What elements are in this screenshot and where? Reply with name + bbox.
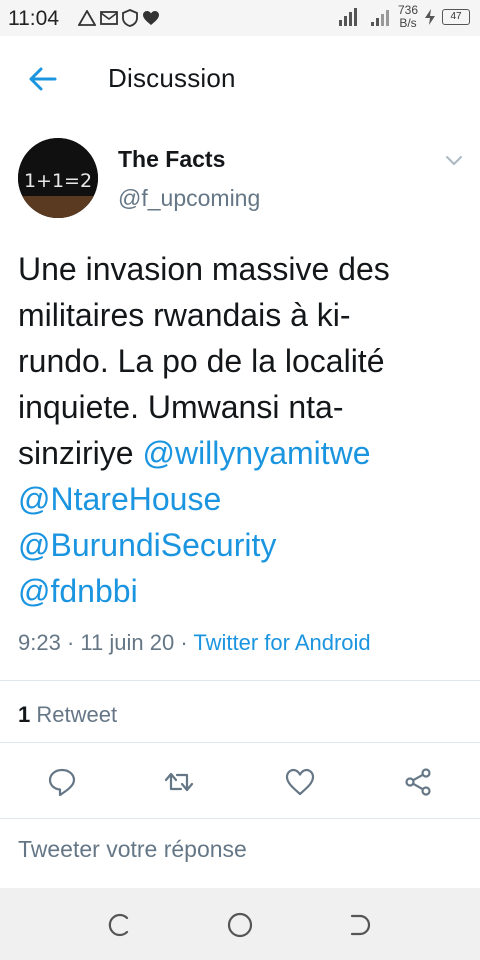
signal-icon — [338, 8, 357, 26]
chevron-down-icon[interactable] — [444, 150, 464, 170]
reply-input[interactable]: Tweeter votre réponse — [18, 836, 247, 863]
tweet-text: Une invasion massive des militaires rwan… — [18, 246, 466, 614]
recent-apps-icon[interactable] — [105, 910, 135, 940]
divider — [0, 742, 480, 743]
battery-level: 47 — [450, 11, 462, 22]
author-name[interactable]: The Facts — [118, 146, 225, 173]
network-speed-unit: B/s — [399, 16, 417, 30]
shield-icon — [122, 9, 138, 27]
tweet-meta: 9:23 · 11 juin 20 · Twitter for Android — [18, 630, 371, 656]
tweet-date: 11 juin 20 — [80, 630, 175, 655]
tweet-text-line: rundo. La po de la localité — [18, 343, 385, 379]
tweet-text-line: Une invasion massive des — [18, 251, 390, 287]
heart-icon — [143, 11, 159, 25]
tweet-text-line: @BurundiSecurity — [18, 522, 466, 568]
page-title: Discussion — [108, 63, 236, 93]
tweet-text-line: inquiete. Umwansi nta- — [18, 389, 344, 425]
divider — [0, 818, 480, 819]
network-speed: 736 B/s — [398, 4, 418, 30]
mention-link[interactable]: @fdnbbi — [18, 573, 138, 609]
tweet-text-line: sinziriye @willynyamitwe — [18, 430, 466, 476]
back-arrow-icon[interactable] — [28, 64, 58, 94]
reply-icon[interactable] — [46, 766, 78, 798]
tweet-text-line: @fdnbbi — [18, 568, 466, 614]
tweet-text-segment: sinziriye — [18, 435, 143, 471]
mention-link[interactable]: @BurundiSecurity — [18, 527, 276, 563]
charging-icon — [425, 9, 435, 25]
home-icon[interactable] — [225, 910, 255, 940]
retweet-count: 1 — [18, 702, 31, 727]
author-handle[interactable]: @f_upcoming — [118, 185, 260, 212]
meta-separator: · — [180, 630, 194, 655]
avatar-image: 1+1=2 — [18, 138, 98, 218]
notification-icons — [78, 9, 160, 27]
tweet-time: 9:23 — [18, 630, 61, 655]
back-icon[interactable] — [344, 910, 374, 940]
retweet-stat[interactable]: 1 Retweet — [18, 702, 117, 728]
avatar[interactable]: 1+1=2 — [18, 138, 98, 218]
warning-icon — [78, 10, 96, 26]
share-icon[interactable] — [402, 766, 434, 798]
tweet-text-line: militaires rwandais à ki- — [18, 297, 351, 333]
retweet-label: Retweet — [36, 702, 118, 727]
avatar-text: 1+1=2 — [24, 170, 92, 192]
like-icon[interactable] — [284, 766, 316, 798]
mention-link[interactable]: @NtareHouse — [18, 481, 221, 517]
system-nav-bar — [0, 888, 480, 960]
divider — [0, 680, 480, 681]
status-time: 11:04 — [8, 7, 59, 30]
status-bar: 11:04 736 B/s 47 — [0, 0, 480, 36]
tweet-source-link[interactable]: Twitter for Android — [193, 630, 370, 655]
battery-icon: 47 — [442, 9, 470, 25]
tweet-actions — [0, 766, 480, 802]
meta-separator: · — [66, 630, 81, 655]
mention-link[interactable]: @willynyamitwe — [142, 435, 370, 471]
signal-icon-2 — [370, 10, 389, 26]
app-bar: Discussion — [0, 36, 480, 122]
system-indicators: 736 B/s 47 — [338, 4, 470, 30]
tweet-text-line: @NtareHouse — [18, 476, 466, 522]
mail-icon — [100, 11, 118, 25]
retweet-icon[interactable] — [163, 766, 195, 798]
